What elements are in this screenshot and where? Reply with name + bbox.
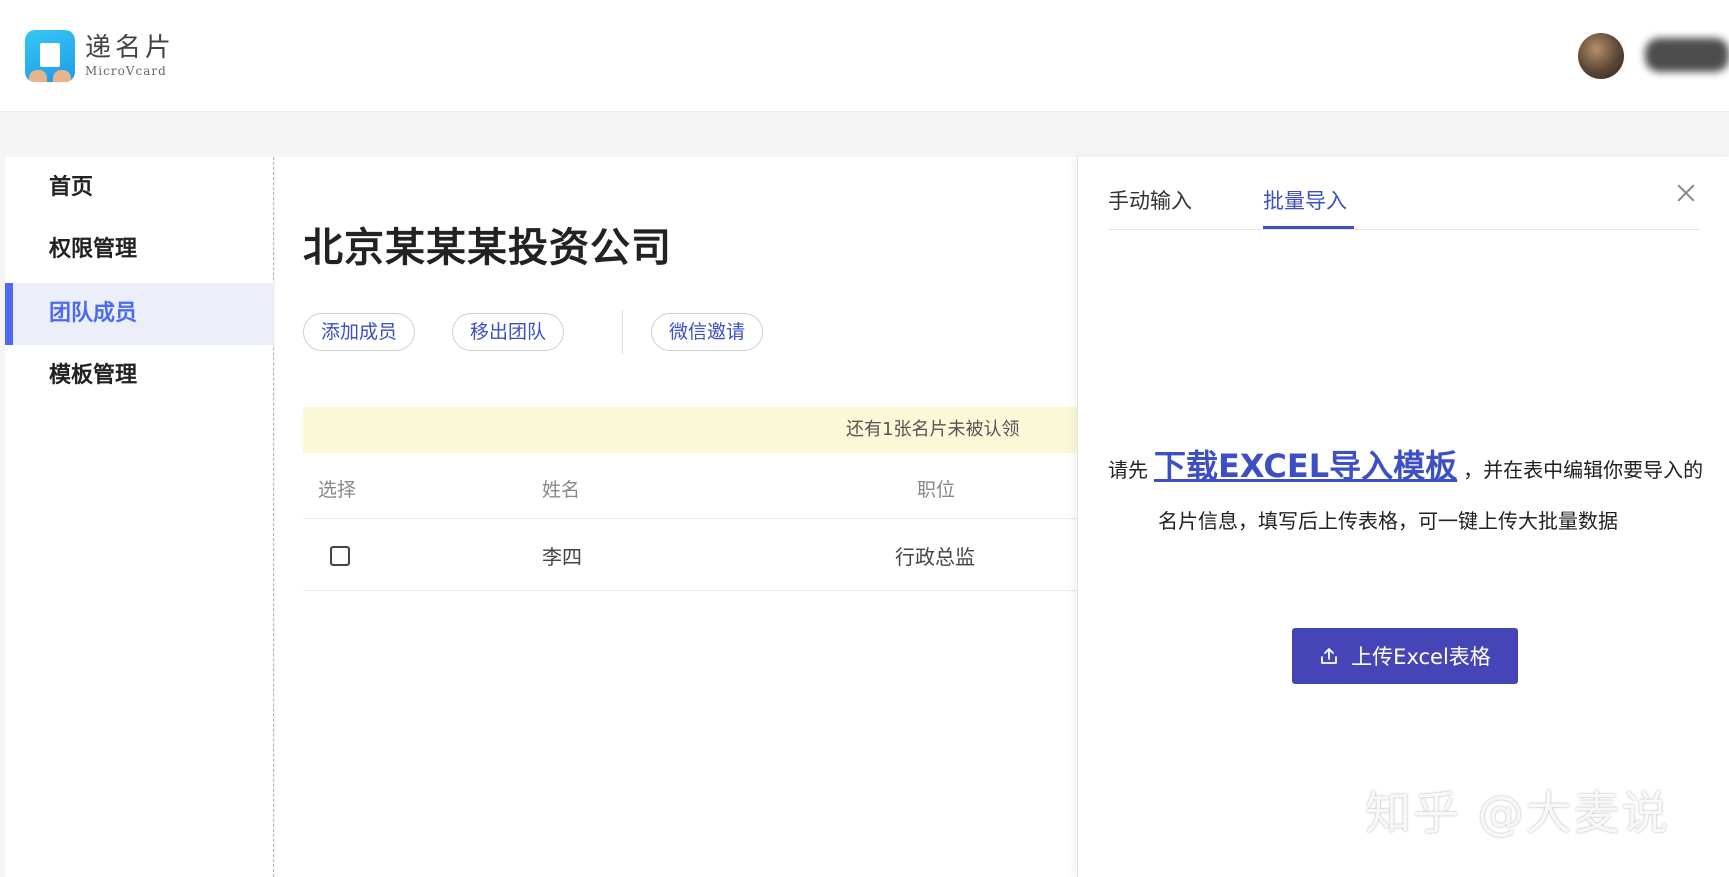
table-header-divider	[303, 518, 1077, 519]
sidebar-item-team-members[interactable]: 团队成员	[5, 283, 274, 345]
remove-team-button[interactable]: 移出团队	[452, 313, 564, 351]
sidebar: 首页 权限管理 团队成员 模板管理	[5, 157, 274, 877]
logo-title: 递名片	[85, 33, 176, 63]
upload-icon	[1321, 648, 1338, 664]
unclaimed-notice: 还有1张名片未被认领 去	[303, 407, 1077, 453]
tab-divider	[1108, 229, 1700, 230]
instruction-line-2: 名片信息，填写后上传表格，可一键上传大批量数据	[1158, 509, 1618, 533]
tab-manual-input[interactable]: 手动输入	[1108, 185, 1192, 215]
watermark: 知乎 @大麦说	[1365, 786, 1670, 840]
divider	[622, 311, 623, 353]
table-row-divider	[303, 590, 1077, 591]
top-header: 递名片 MicroVcard	[0, 0, 1729, 112]
column-header-select: 选择	[318, 479, 357, 501]
row-select-checkbox[interactable]	[330, 546, 350, 566]
add-member-button[interactable]: 添加成员	[303, 313, 415, 351]
sidebar-item-templates[interactable]: 模板管理	[5, 345, 274, 407]
wechat-invite-button[interactable]: 微信邀请	[651, 313, 763, 351]
instruction-prefix: 请先	[1108, 458, 1148, 482]
download-template-link[interactable]: 下载EXCEL导入模板	[1154, 447, 1457, 485]
page-title: 北京某某某投资公司	[303, 225, 672, 271]
instruction-suffix: ，并在表中编辑你要导入的	[1463, 458, 1704, 482]
column-header-name: 姓名	[542, 479, 581, 501]
tab-batch-import[interactable]: 批量导入	[1263, 185, 1347, 215]
upload-button-label: 上传Excel表格	[1351, 645, 1491, 669]
upload-excel-button[interactable]: 上传Excel表格	[1292, 628, 1518, 684]
avatar[interactable]	[1578, 33, 1624, 79]
sidebar-item-permissions[interactable]: 权限管理	[5, 219, 274, 281]
logo-icon	[25, 30, 75, 82]
instruction-line-1: 请先 下载EXCEL导入模板 ，并在表中编辑你要导入的	[1108, 441, 1703, 487]
close-icon[interactable]	[1675, 182, 1697, 204]
table-cell-name: 李四	[542, 545, 582, 569]
logo-subtitle: MicroVcard	[85, 64, 167, 78]
import-drawer: 手动输入 批量导入 请先 下载EXCEL导入模板 ，并在表中编辑你要导入的 名片信息…	[1077, 157, 1729, 877]
username-redacted[interactable]	[1645, 38, 1729, 72]
notice-text: 还有1张名片未被认领	[846, 419, 1020, 440]
sidebar-item-home[interactable]: 首页	[5, 157, 274, 219]
main-panel: 北京某某某投资公司 添加成员 移出团队 微信邀请 还有1张名片未被认领 去 选择…	[275, 157, 1077, 877]
logo[interactable]: 递名片 MicroVcard	[25, 30, 175, 82]
table-cell-title: 行政总监	[895, 545, 975, 569]
column-header-title: 职位	[917, 479, 956, 501]
